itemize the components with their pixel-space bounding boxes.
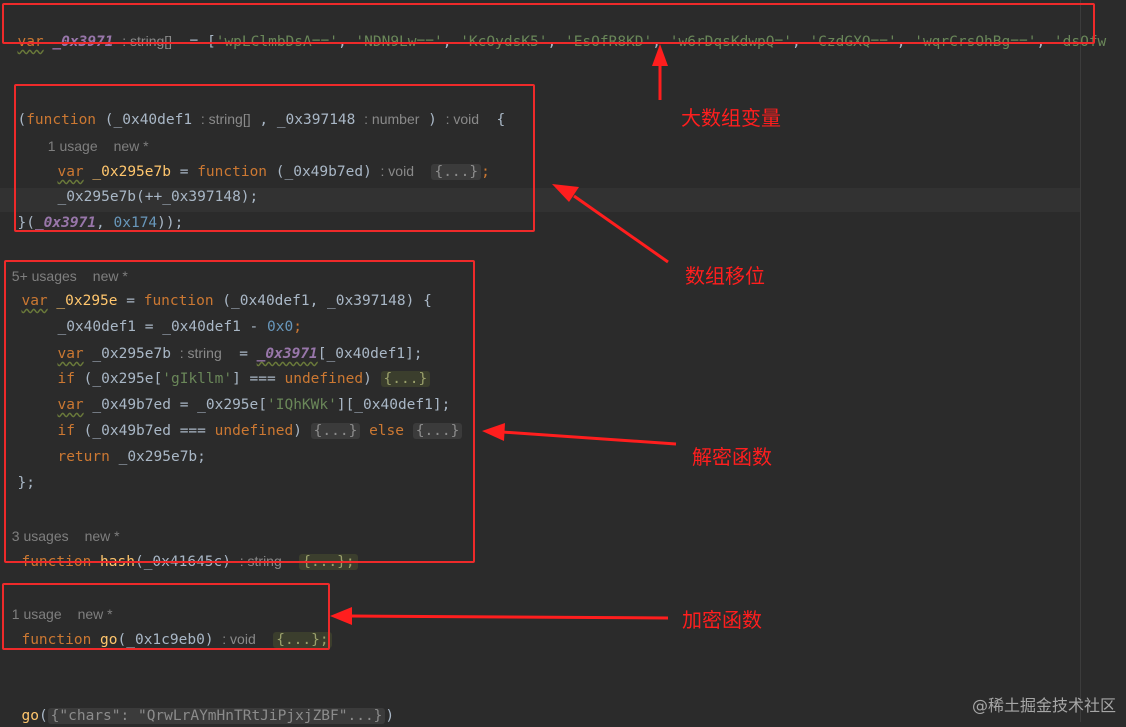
arrow-line-encrypt [349, 614, 669, 620]
arrow-head-encrypt [330, 607, 352, 625]
code-line-20[interactable]: go({"chars": "QrwLrAYmHnTRtJiPjxjZBF"...… [4, 683, 394, 724]
label-big-array: 大数组变量 [681, 106, 781, 130]
label-decrypt: 解密函数 [692, 445, 772, 469]
highlight-box-decrypt [4, 260, 475, 563]
label-array-shift: 数组移位 [685, 264, 765, 288]
arrow-line-decrypt [501, 430, 677, 446]
editor-right-margin [1080, 0, 1081, 722]
highlight-box-encrypt [2, 583, 330, 650]
highlight-box-array [2, 3, 1095, 44]
watermark: @稀土掘金技术社区 [971, 696, 1116, 715]
highlight-box-shift [14, 84, 535, 232]
arrow-head-decrypt [482, 423, 505, 441]
label-encrypt: 加密函数 [682, 608, 762, 632]
